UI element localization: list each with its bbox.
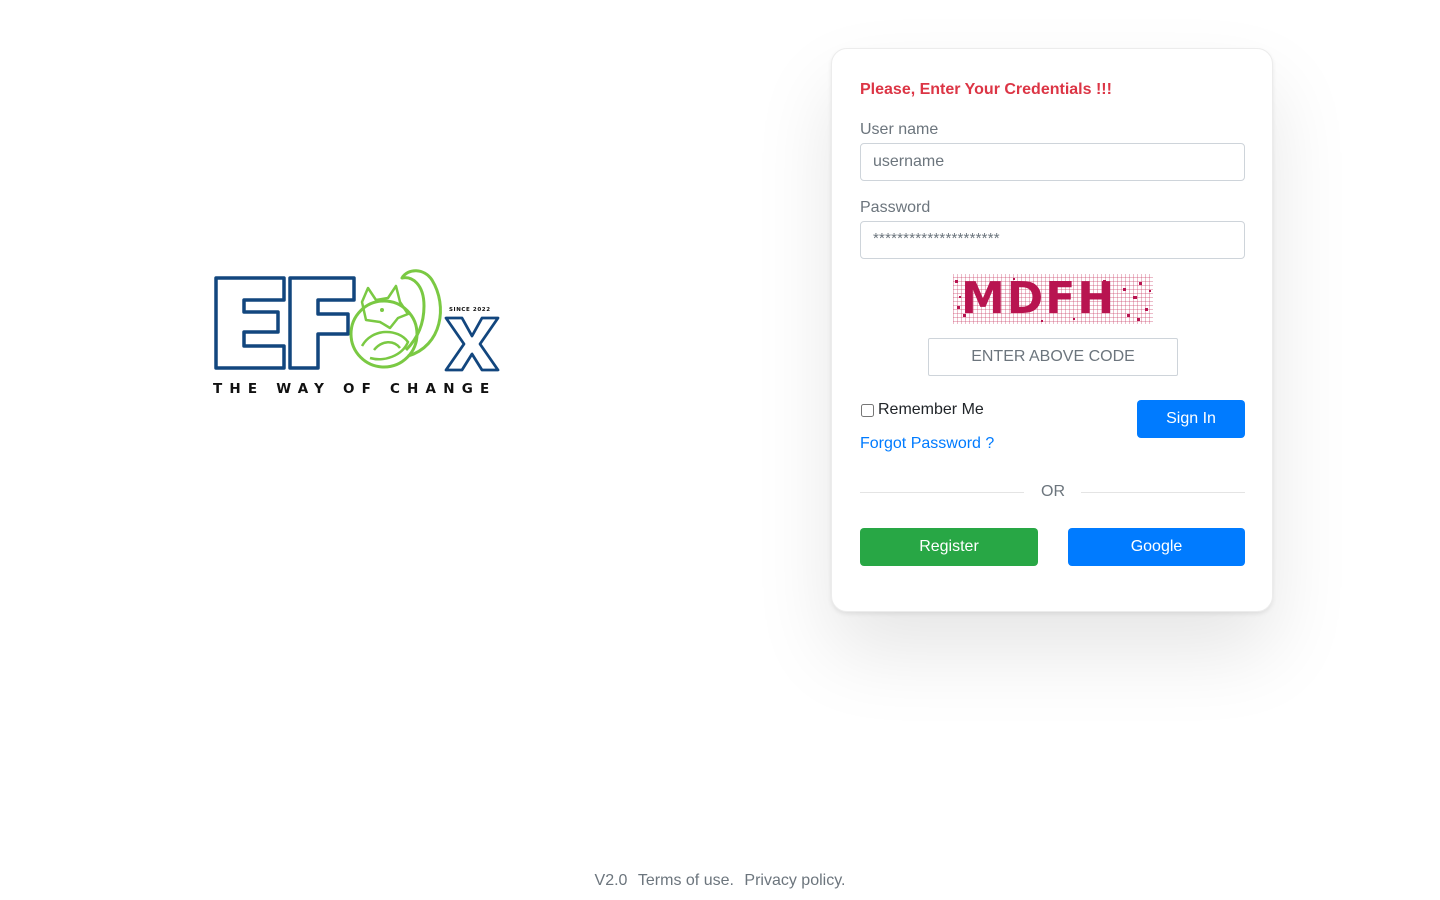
captcha-noise bbox=[955, 278, 1151, 322]
username-input[interactable] bbox=[860, 143, 1245, 181]
divider-line-right bbox=[1081, 492, 1245, 493]
remember-me[interactable]: Remember Me bbox=[860, 401, 984, 419]
captcha-code-input[interactable] bbox=[928, 338, 1178, 376]
forgot-password-link[interactable]: Forgot Password ? bbox=[860, 435, 994, 453]
remember-me-label: Remember Me bbox=[878, 401, 984, 418]
or-divider: OR bbox=[1041, 483, 1065, 500]
footer: V2.0 Terms of use. Privacy policy. bbox=[0, 872, 1440, 890]
logo-tagline: THE WAY OF CHANGE bbox=[213, 381, 497, 397]
password-label: Password bbox=[860, 199, 931, 216]
divider-line-left bbox=[860, 492, 1024, 493]
username-label: User name bbox=[860, 121, 939, 138]
remember-me-checkbox[interactable] bbox=[861, 403, 874, 417]
credentials-heading: Please, Enter Your Credentials !!! bbox=[860, 81, 1112, 98]
login-page: SINCE 2022 THE WAY OF CHANGE Please, Ent… bbox=[0, 0, 1440, 900]
version-text: V2.0 bbox=[594, 872, 628, 889]
register-button[interactable]: Register bbox=[860, 528, 1038, 566]
sign-in-button[interactable]: Sign In bbox=[1137, 400, 1245, 438]
logo-since-text: SINCE 2022 bbox=[449, 307, 491, 313]
captcha-image: MDFH bbox=[953, 274, 1153, 324]
efox-logo: SINCE 2022 THE WAY OF CHANGE bbox=[212, 266, 504, 400]
privacy-policy-link[interactable]: Privacy policy. bbox=[744, 872, 845, 889]
efox-logo-graphic bbox=[214, 269, 500, 372]
google-button[interactable]: Google bbox=[1068, 528, 1245, 566]
password-input[interactable] bbox=[860, 221, 1245, 259]
terms-of-use-link[interactable]: Terms of use. bbox=[638, 872, 734, 889]
login-card: Please, Enter Your Credentials !!! User … bbox=[831, 48, 1273, 612]
